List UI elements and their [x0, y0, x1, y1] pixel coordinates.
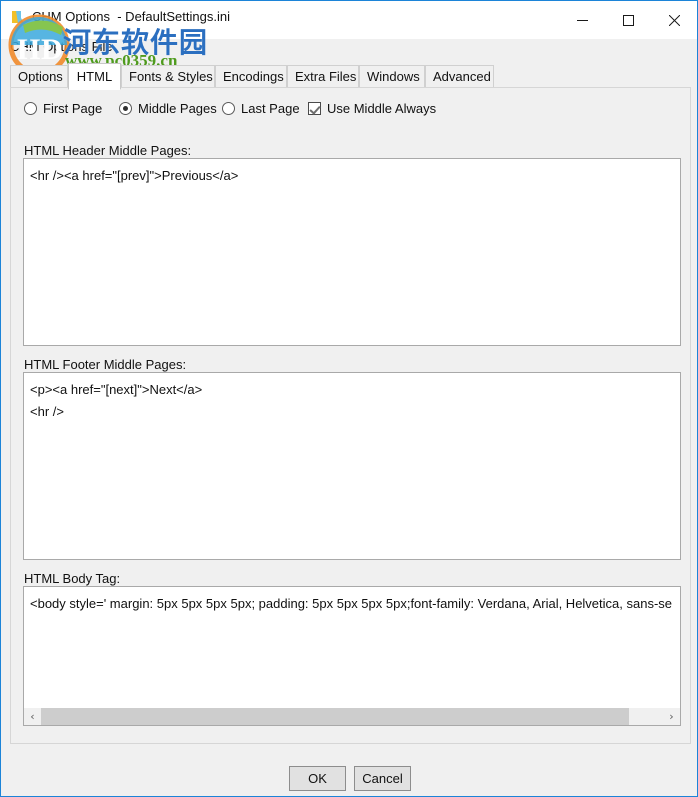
- scroll-right-arrow-icon[interactable]: ›: [663, 708, 680, 725]
- html-tab-panel: First Page Middle Pages Last Page Use Mi…: [10, 87, 691, 744]
- checkbox-use-middle-always[interactable]: Use Middle Always: [308, 99, 443, 119]
- header-text-line: <hr /><a href="[prev]">Previous</a>: [30, 168, 239, 183]
- horizontal-scrollbar[interactable]: ‹ ›: [24, 707, 680, 725]
- header-textarea[interactable]: <hr /><a href="[prev]">Previous</a>: [23, 158, 681, 346]
- radio-first-page-icon: [24, 102, 37, 115]
- footer-text-line: <hr />: [30, 404, 64, 419]
- chm-options-dialog: CHM Options - DefaultSettings.ini CHM Op…: [0, 0, 698, 797]
- radio-last-page[interactable]: Last Page: [222, 99, 310, 119]
- minimize-button[interactable]: [559, 1, 605, 31]
- tab-windows[interactable]: Windows: [359, 65, 425, 88]
- radio-last-page-label: Last Page: [241, 101, 300, 116]
- radio-middle-pages[interactable]: Middle Pages: [119, 99, 225, 119]
- radio-first-page[interactable]: First Page: [24, 99, 114, 119]
- radio-middle-pages-icon: [119, 102, 132, 115]
- window-title: CHM Options - DefaultSettings.ini: [32, 9, 230, 24]
- checkmark-icon: [308, 102, 321, 115]
- tab-encodings[interactable]: Encodings: [215, 65, 287, 88]
- app-icon: [10, 9, 26, 25]
- tab-fonts-styles[interactable]: Fonts & Styles: [121, 65, 215, 88]
- scrollbar-thumb[interactable]: [41, 708, 629, 725]
- minimize-icon: [576, 20, 588, 21]
- header-field-label: HTML Header Middle Pages:: [24, 143, 192, 158]
- radio-first-page-label: First Page: [43, 101, 103, 116]
- footer-textarea[interactable]: <p><a href="[next]">Next</a> <hr />: [23, 372, 681, 560]
- footer-field-label: HTML Footer Middle Pages:: [24, 357, 187, 372]
- tab-html[interactable]: HTML: [68, 63, 121, 90]
- window-subtitle: CHM Options File: [10, 39, 113, 54]
- checkbox-use-middle-always-label: Use Middle Always: [327, 101, 437, 116]
- title-bar: CHM Options - DefaultSettings.ini: [1, 1, 697, 39]
- close-icon: [668, 15, 680, 26]
- close-button[interactable]: [651, 1, 697, 31]
- body-tag-text-line: <body style=' margin: 5px 5px 5px 5px; p…: [30, 596, 673, 611]
- tab-advanced[interactable]: Advanced: [425, 65, 494, 88]
- ok-button[interactable]: OK: [289, 766, 346, 791]
- footer-text-line: <p><a href="[next]">Next</a>: [30, 382, 203, 397]
- page-selector-row: First Page Middle Pages Last Page Use Mi…: [11, 99, 690, 121]
- tab-options[interactable]: Options: [10, 65, 68, 88]
- body-tag-field-label: HTML Body Tag:: [24, 571, 121, 586]
- maximize-button[interactable]: [605, 1, 651, 31]
- maximize-icon: [622, 15, 634, 26]
- cancel-button[interactable]: Cancel: [354, 766, 411, 791]
- body-tag-textarea[interactable]: <body style=' margin: 5px 5px 5px 5px; p…: [23, 586, 681, 726]
- scroll-left-arrow-icon[interactable]: ‹: [24, 708, 41, 725]
- tab-strip: Options HTML Fonts & Styles Encodings Ex…: [10, 63, 691, 90]
- radio-middle-pages-label: Middle Pages: [138, 101, 217, 116]
- radio-last-page-icon: [222, 102, 235, 115]
- tab-extra-files[interactable]: Extra Files: [287, 65, 359, 88]
